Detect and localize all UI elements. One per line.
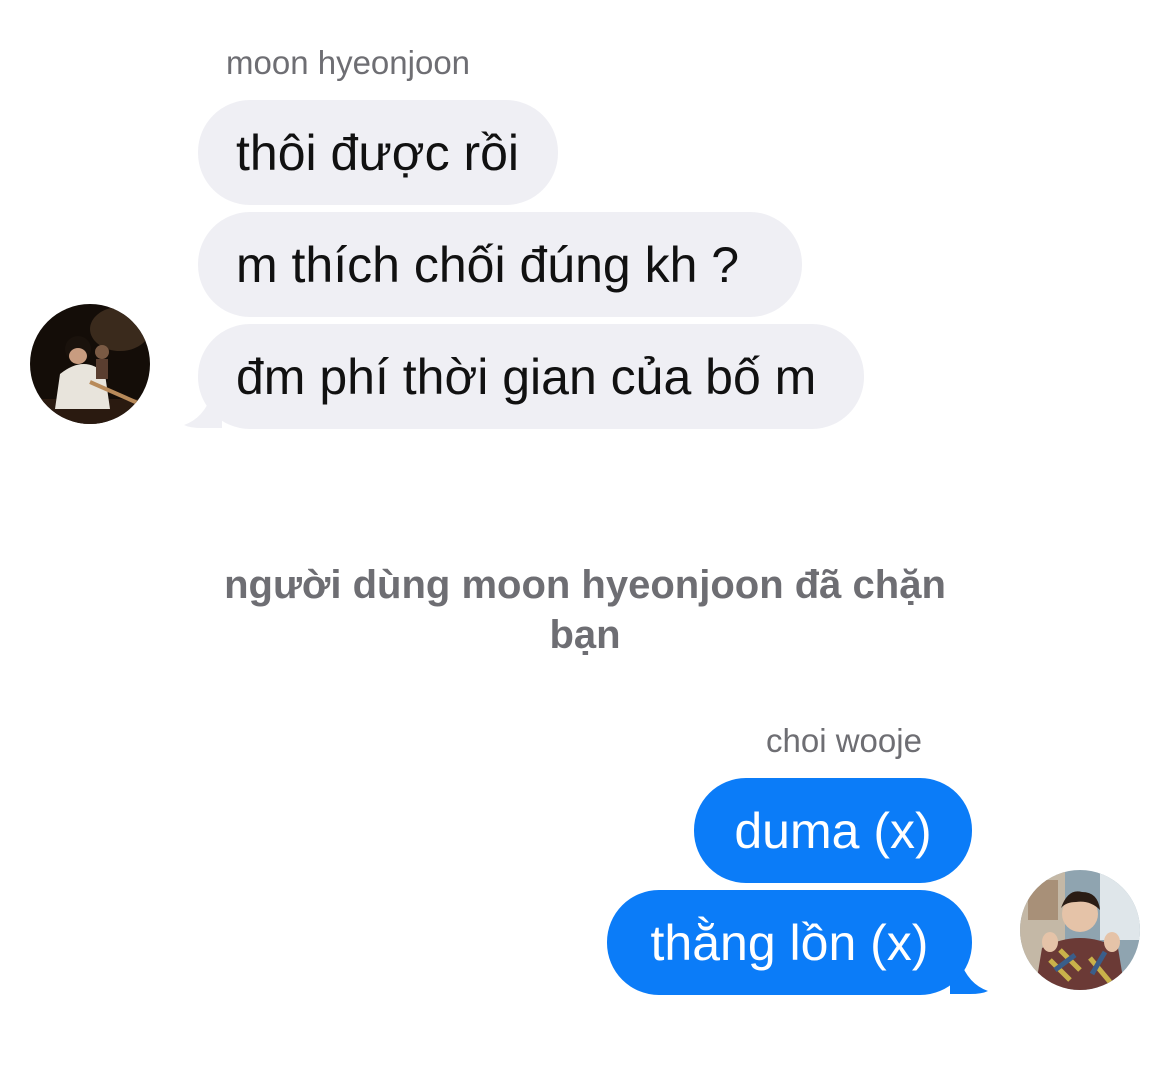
message-text: đm phí thời gian của bố m <box>236 348 817 405</box>
incoming-message-bubble[interactable]: m thích chối đúng kh ? <box>198 212 802 317</box>
incoming-sender-name: moon hyeonjoon <box>226 44 471 81</box>
incoming-message-bubble[interactable]: thôi được rồi <box>198 100 558 205</box>
message-text: thằng lồn (x) <box>650 914 929 971</box>
outgoing-sender-name: choi wooje <box>766 722 922 759</box>
outgoing-message-bubble[interactable]: duma (x) <box>694 778 972 883</box>
incoming-message-bubble[interactable]: đm phí thời gian của bố m <box>198 324 864 429</box>
chat-thread: moon hyeonjoon thôi được rồi m thích chố… <box>0 0 1170 1075</box>
message-text: m thích chối đúng kh ? <box>236 236 740 293</box>
incoming-avatar[interactable] <box>30 304 150 424</box>
avatar-photo <box>30 304 150 424</box>
avatar-photo <box>1020 870 1140 990</box>
message-text: thôi được rồi <box>236 124 520 181</box>
message-text: duma (x) <box>734 802 932 859</box>
block-notice: người dùng moon hyeonjoon đã chặn bạn <box>224 563 946 657</box>
outgoing-avatar[interactable] <box>1020 870 1140 990</box>
outgoing-message-bubble[interactable]: thằng lồn (x) <box>607 890 972 995</box>
